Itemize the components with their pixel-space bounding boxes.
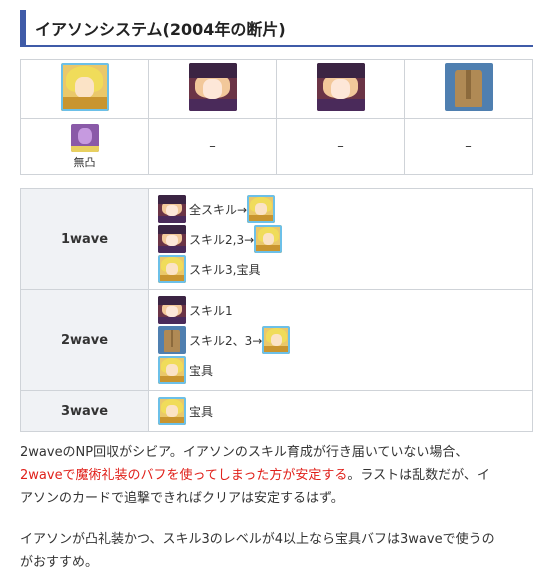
craft-essence-icon <box>70 123 99 152</box>
step-text: 宝具 <box>189 404 214 419</box>
note-text: アソンのカードで追撃できればクリアは安定するはず。 <box>20 491 344 506</box>
empty-slot-dash: – <box>465 139 472 154</box>
jason-portrait-icon <box>60 63 109 111</box>
craft-essence-slot-4: – <box>404 118 533 175</box>
step-line: 宝具 <box>158 355 523 385</box>
note-text: 2waveのNP回収がシビア。イアソンのスキル育成が行き届いていない場合、 <box>20 445 469 460</box>
party-slot-2 <box>148 59 277 119</box>
section-heading: イアソンシステム(2004年の断片) <box>20 10 533 47</box>
craft-essence-slot-2: – <box>148 118 277 175</box>
witch-caster-portrait-icon <box>158 195 186 223</box>
step-line: 全スキル→ <box>158 194 523 224</box>
step-text: スキル2,3→ <box>189 232 255 247</box>
wave-steps: 宝具 <box>148 390 533 432</box>
wave-label: 2wave <box>20 289 149 391</box>
step-text: スキル1 <box>189 303 233 318</box>
step-text: スキル3,宝具 <box>189 262 261 277</box>
party-slot-mystic-code <box>404 59 533 119</box>
jason-portrait-icon <box>158 397 186 425</box>
note-text: 。ラストは乱数だが、イ <box>347 468 490 483</box>
jason-portrait-icon <box>158 356 186 384</box>
wave-steps: 全スキル→ スキル2,3→ スキル3,宝具 <box>148 188 533 290</box>
wave-label: 3wave <box>20 390 149 432</box>
witch-caster-portrait-icon <box>316 63 365 111</box>
strategy-tip: イアソンが凸礼装かつ、スキル3のレベルが4以上なら宝具バフは3waveで使うの … <box>20 528 536 574</box>
step-line: スキル3,宝具 <box>158 254 523 284</box>
mystic-code-coat-icon <box>444 63 493 111</box>
jason-portrait-icon <box>254 225 283 253</box>
mystic-code-coat-icon <box>158 326 186 354</box>
step-text: スキル2、3→ <box>189 333 263 348</box>
jason-portrait-icon <box>247 195 276 223</box>
party-slot-3 <box>276 59 405 119</box>
empty-slot-dash: – <box>337 139 344 154</box>
craft-essence-label: 無凸 <box>73 155 96 169</box>
jason-portrait-icon <box>158 255 186 283</box>
step-text: 宝具 <box>189 363 214 378</box>
step-line: スキル2、3→ <box>158 325 523 355</box>
wave-label: 1wave <box>20 188 149 290</box>
witch-caster-portrait-icon <box>188 63 237 111</box>
strategy-note: 2waveのNP回収がシビア。イアソンのスキル育成が行き届いていない場合、 2w… <box>20 441 536 510</box>
witch-caster-portrait-icon <box>158 296 186 324</box>
wave-plan-table: 1wave 全スキル→ スキル2,3→ スキル3,宝具 2wave スキル1 ス… <box>20 188 533 432</box>
wave-steps: スキル1 スキル2、3→ 宝具 <box>148 289 533 391</box>
step-text: 全スキル→ <box>189 202 248 217</box>
tip-text: がおすすめ。 <box>20 555 99 570</box>
emphasis-text: 2waveで魔術礼装のバフを使ってしまった方が安定する <box>20 468 348 483</box>
step-line: スキル1 <box>158 295 523 325</box>
empty-slot-dash: – <box>209 139 216 154</box>
party-table: 無凸 – – – <box>20 59 533 175</box>
section-title: イアソンシステム(2004年の断片) <box>35 19 286 39</box>
step-line: スキル2,3→ <box>158 224 523 254</box>
step-line: 宝具 <box>158 396 523 426</box>
table-row: 2wave スキル1 スキル2、3→ 宝具 <box>20 289 533 391</box>
craft-essence-slot-3: – <box>276 118 405 175</box>
witch-caster-portrait-icon <box>158 225 186 253</box>
tip-text: イアソンが凸礼装かつ、スキル3のレベルが4以上なら宝具バフは3waveで使うの <box>20 532 495 547</box>
table-row: 1wave 全スキル→ スキル2,3→ スキル3,宝具 <box>20 188 533 290</box>
jason-portrait-icon <box>262 326 291 354</box>
table-row: 3wave 宝具 <box>20 390 533 432</box>
party-slot-1 <box>20 59 149 119</box>
craft-essence-slot-1: 無凸 <box>20 118 149 175</box>
